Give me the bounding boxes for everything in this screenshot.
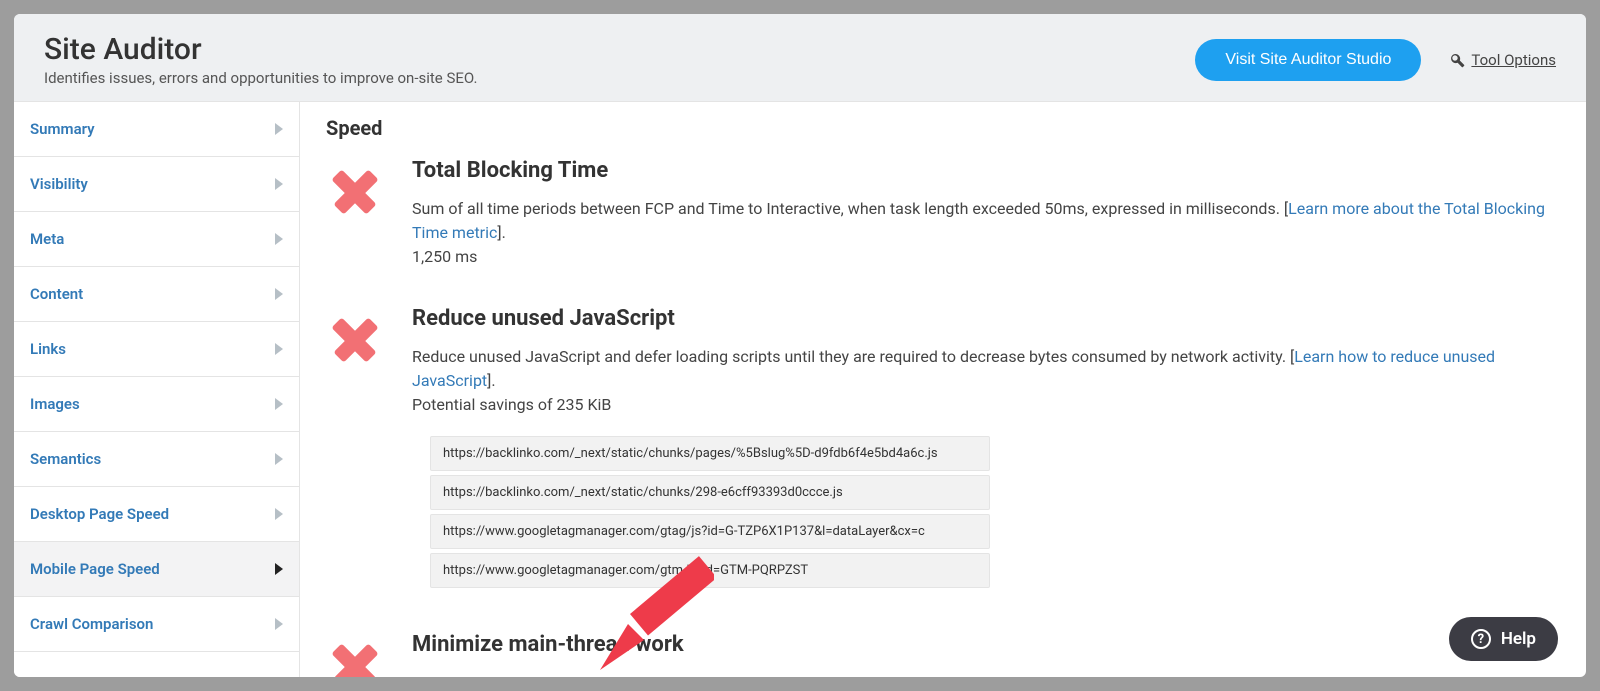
- issue-status-col: [326, 306, 386, 592]
- issue-body: Reduce unused JavaScript Reduce unused Ja…: [412, 306, 1556, 592]
- issue-row: Total Blocking Time Sum of all time perio…: [326, 158, 1556, 266]
- issue-url-row: https://backlinko.com/_next/static/chunk…: [430, 475, 990, 510]
- chevron-right-icon: [275, 178, 283, 190]
- issue-body: Total Blocking Time Sum of all time perio…: [412, 158, 1556, 266]
- page-header: Site Auditor Identifies issues, errors a…: [14, 14, 1586, 102]
- issue-url-row: https://www.googletagmanager.com/gtm.js?…: [430, 553, 990, 588]
- section-title: Speed: [326, 116, 1556, 140]
- chevron-right-icon: [275, 453, 283, 465]
- issue-value: Potential savings of 235 KiB: [412, 395, 1556, 414]
- sidebar-item-label: Meta: [30, 230, 64, 248]
- issue-url-list: https://backlinko.com/_next/static/chunk…: [430, 436, 990, 588]
- chevron-right-icon: [275, 343, 283, 355]
- tool-options-label: Tool Options: [1471, 51, 1556, 69]
- visit-studio-button[interactable]: Visit Site Auditor Studio: [1195, 39, 1421, 81]
- sidebar-item-meta[interactable]: Meta: [14, 212, 299, 267]
- fail-x-icon: [326, 162, 384, 220]
- app-window: Site Auditor Identifies issues, errors a…: [14, 14, 1586, 677]
- issue-description: Reduce unused JavaScript and defer loadi…: [412, 345, 1556, 393]
- chevron-right-icon: [275, 288, 283, 300]
- page-title: Site Auditor: [44, 32, 477, 67]
- main-content: Speed Total Blocking Time Sum of all time…: [300, 102, 1586, 677]
- issue-body: Minimize main-thread work: [412, 632, 1556, 677]
- help-label: Help: [1501, 629, 1536, 649]
- fail-x-icon: [326, 310, 384, 368]
- header-left: Site Auditor Identifies issues, errors a…: [44, 32, 477, 87]
- sidebar-item-label: Images: [30, 395, 80, 413]
- issue-row: Reduce unused JavaScript Reduce unused Ja…: [326, 306, 1556, 592]
- sidebar: Summary Visibility Meta Content Links Images S…: [14, 102, 300, 677]
- help-icon: ?: [1471, 629, 1491, 649]
- chevron-right-icon: [275, 233, 283, 245]
- issue-status-col: [326, 158, 386, 266]
- issue-description: Sum of all time periods between FCP and …: [412, 197, 1556, 245]
- issue-status-col: [326, 632, 386, 677]
- fail-x-icon: [326, 636, 384, 677]
- sidebar-item-content[interactable]: Content: [14, 267, 299, 322]
- page-subtitle: Identifies issues, errors and opportunit…: [44, 69, 477, 87]
- chevron-right-icon: [275, 508, 283, 520]
- help-button[interactable]: ? Help: [1449, 617, 1558, 661]
- sidebar-item-label: Links: [30, 340, 66, 358]
- sidebar-item-images[interactable]: Images: [14, 377, 299, 432]
- tool-options-link[interactable]: Tool Options: [1449, 51, 1556, 69]
- chevron-right-icon: [275, 563, 283, 575]
- sidebar-item-crawl-comparison[interactable]: Crawl Comparison: [14, 597, 299, 652]
- sidebar-item-label: Visibility: [30, 175, 88, 193]
- issue-row: Minimize main-thread work: [326, 632, 1556, 677]
- body: Summary Visibility Meta Content Links Images S…: [14, 102, 1586, 677]
- sidebar-item-label: Mobile Page Speed: [30, 560, 160, 578]
- issue-value: 1,250 ms: [412, 247, 1556, 266]
- chevron-right-icon: [275, 618, 283, 630]
- sidebar-item-label: Summary: [30, 120, 95, 138]
- issue-url-row: https://backlinko.com/_next/static/chunk…: [430, 436, 990, 471]
- sidebar-item-label: Semantics: [30, 450, 101, 468]
- sidebar-item-summary[interactable]: Summary: [14, 102, 299, 157]
- issue-title: Reduce unused JavaScript: [412, 306, 1556, 331]
- issue-url-row: https://www.googletagmanager.com/gtag/js…: [430, 514, 990, 549]
- issue-title: Total Blocking Time: [412, 158, 1556, 183]
- sidebar-item-semantics[interactable]: Semantics: [14, 432, 299, 487]
- sidebar-item-visibility[interactable]: Visibility: [14, 157, 299, 212]
- chevron-right-icon: [275, 398, 283, 410]
- header-right: Visit Site Auditor Studio Tool Options: [1195, 39, 1556, 81]
- sidebar-item-label: Crawl Comparison: [30, 615, 153, 633]
- sidebar-item-label: Desktop Page Speed: [30, 505, 169, 523]
- sidebar-item-label: Content: [30, 285, 83, 303]
- issue-title: Minimize main-thread work: [412, 632, 1556, 657]
- sidebar-item-mobile-page-speed[interactable]: Mobile Page Speed: [14, 542, 299, 597]
- sidebar-item-desktop-page-speed[interactable]: Desktop Page Speed: [14, 487, 299, 542]
- chevron-right-icon: [275, 123, 283, 135]
- wrench-icon: [1449, 52, 1465, 68]
- sidebar-item-links[interactable]: Links: [14, 322, 299, 377]
